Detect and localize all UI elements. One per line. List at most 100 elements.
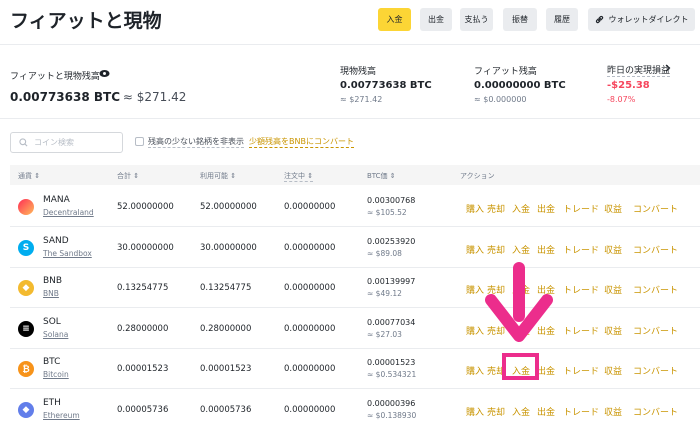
in-order-amount: 0.00000000 bbox=[284, 242, 336, 253]
header-coin[interactable]: 通貨 ⇕ bbox=[18, 171, 40, 181]
btc-value: 0.00139997 bbox=[367, 277, 416, 286]
total-amount: 52.00000000 bbox=[117, 202, 174, 212]
action-buy-button[interactable]: 購入 bbox=[466, 202, 484, 215]
usd-value: ≈ $105.52 bbox=[367, 208, 407, 217]
pnl-label: 昨日の実現損益 bbox=[607, 63, 671, 77]
coin-bnb-icon: ◆ bbox=[18, 280, 34, 296]
action-trade-button[interactable]: トレード bbox=[563, 243, 599, 256]
total-balance: 0.00773638 BTC ≈ $271.42 bbox=[10, 90, 186, 104]
in-order-amount: 0.00000000 bbox=[284, 202, 336, 212]
action-trade-button[interactable]: トレード bbox=[563, 324, 599, 337]
in-order-amount: 0.00000000 bbox=[284, 283, 336, 293]
action-convert-button[interactable]: コンバート bbox=[633, 202, 678, 215]
usd-value: ≈ $27.03 bbox=[367, 329, 402, 339]
coin-name-link[interactable]: BNB bbox=[43, 289, 59, 298]
action-earn-button[interactable]: 収益 bbox=[604, 405, 622, 418]
spot-balance-btc: 0.00773638 BTC bbox=[340, 80, 432, 91]
total-amount: 0.28000000 bbox=[117, 323, 169, 334]
action-withdraw-button[interactable]: 出金 bbox=[537, 202, 555, 215]
coin-symbol: BTC bbox=[43, 357, 61, 367]
total-amount: 0.00005736 bbox=[117, 404, 169, 415]
action-trade-button[interactable]: トレード bbox=[563, 283, 599, 296]
pnl-percent: -8.07% bbox=[607, 95, 636, 104]
highlight-box bbox=[502, 353, 539, 380]
btc-value: 0.00001523 bbox=[367, 358, 416, 367]
wallet-direct-button[interactable]: ウォレットダイレクト bbox=[588, 8, 695, 31]
action-earn-button[interactable]: 収益 bbox=[604, 202, 622, 215]
action-convert-button[interactable]: コンバート bbox=[633, 405, 678, 418]
action-earn-button[interactable]: 収益 bbox=[604, 364, 622, 377]
header-available[interactable]: 利用可能 ⇕ bbox=[200, 171, 236, 181]
available-amount: 0.28000000 bbox=[200, 323, 252, 334]
btc-value: 0.00300768 bbox=[367, 196, 416, 205]
convert-to-bnb-link[interactable]: 少額残高をBNBにコンバート bbox=[249, 136, 354, 148]
spot-balance-usd: ≈ $271.42 bbox=[340, 95, 383, 104]
chevron-right-icon[interactable] bbox=[665, 64, 671, 72]
available-amount: 52.00000000 bbox=[200, 202, 257, 212]
action-trade-button[interactable]: トレード bbox=[563, 364, 599, 377]
action-buy-button[interactable]: 購入 bbox=[466, 243, 484, 256]
link-icon bbox=[595, 15, 603, 24]
action-withdraw-button[interactable]: 出金 bbox=[537, 364, 555, 377]
header-total[interactable]: 合計 ⇕ bbox=[117, 171, 139, 181]
fiat-balance-usd: ≈ $0.000000 bbox=[474, 95, 527, 104]
action-earn-button[interactable]: 収益 bbox=[604, 324, 622, 337]
header-in-order[interactable]: 注文中 ⇕ bbox=[284, 171, 314, 182]
available-amount: 0.13254775 bbox=[200, 283, 252, 293]
coin-name-link[interactable]: Bitcoin bbox=[43, 370, 69, 379]
coin-symbol: ETH bbox=[43, 397, 61, 408]
balance-divider bbox=[0, 118, 700, 119]
usd-value: ≈ $0.138930 bbox=[367, 410, 417, 420]
action-trade-button[interactable]: トレード bbox=[563, 202, 599, 215]
header-divider bbox=[0, 44, 700, 45]
header-btc-value[interactable]: BTC価 ⇕ bbox=[367, 171, 396, 181]
action-withdraw-button[interactable]: 出金 bbox=[537, 405, 555, 418]
history-button[interactable]: 履歴 bbox=[546, 8, 578, 31]
action-withdraw-button[interactable]: 出金 bbox=[537, 243, 555, 256]
coin-symbol: SOL bbox=[43, 316, 61, 327]
coin-name-link[interactable]: The Sandbox bbox=[43, 249, 92, 258]
coin-search-input[interactable]: コイン検索 bbox=[10, 132, 123, 153]
action-convert-button[interactable]: コンバート bbox=[633, 243, 678, 256]
header-action: アクション bbox=[460, 172, 495, 180]
btc-value: 0.00253920 bbox=[367, 236, 416, 246]
page-title: フィアットと現物 bbox=[10, 10, 162, 32]
arrow-down-icon bbox=[485, 262, 553, 342]
hide-small-checkbox[interactable] bbox=[135, 137, 144, 146]
search-placeholder: コイン検索 bbox=[34, 138, 74, 147]
hide-small-label[interactable]: 残高の少ない銘柄を非表示 bbox=[148, 136, 244, 148]
action-convert-button[interactable]: コンバート bbox=[633, 364, 678, 377]
coin-name-link[interactable]: Decentraland bbox=[43, 208, 94, 217]
coin-name-link[interactable]: Solana bbox=[43, 330, 68, 339]
action-buy-button[interactable]: 購入 bbox=[466, 324, 484, 337]
action-deposit-button[interactable]: 入金 bbox=[512, 243, 530, 256]
deposit-button[interactable]: 入金 bbox=[378, 8, 411, 31]
withdraw-button[interactable]: 出金 bbox=[420, 8, 452, 31]
search-icon bbox=[19, 138, 28, 147]
fiat-balance-btc: 0.00000000 BTC bbox=[474, 80, 566, 91]
coin-name-link[interactable]: Ethereum bbox=[43, 411, 80, 420]
action-buy-button[interactable]: 購入 bbox=[466, 364, 484, 377]
btc-value: 0.00077034 bbox=[367, 317, 416, 327]
action-buy-button[interactable]: 購入 bbox=[466, 405, 484, 418]
action-earn-button[interactable]: 収益 bbox=[604, 283, 622, 296]
total-amount: 0.00001523 bbox=[117, 364, 169, 374]
usd-value: ≈ $89.08 bbox=[367, 248, 402, 258]
action-buy-button[interactable]: 購入 bbox=[466, 283, 484, 296]
action-sell-button[interactable]: 売却 bbox=[487, 202, 505, 215]
action-deposit-button[interactable]: 入金 bbox=[512, 202, 530, 215]
table-row: ◆ ETH Ethereum 0.00005736 0.00005736 0.000000… bbox=[10, 390, 700, 426]
action-trade-button[interactable]: トレード bbox=[563, 405, 599, 418]
action-sell-button[interactable]: 売却 bbox=[487, 243, 505, 256]
eye-icon[interactable] bbox=[99, 69, 110, 78]
pay-button[interactable]: 支払う bbox=[460, 8, 493, 31]
table-row: ₿ BTC Bitcoin 0.00001523 0.00001523 0.0000000… bbox=[10, 349, 700, 389]
action-earn-button[interactable]: 収益 bbox=[604, 243, 622, 256]
usd-value: ≈ $0.534321 bbox=[367, 370, 417, 379]
action-sell-button[interactable]: 売却 bbox=[487, 405, 505, 418]
transfer-button[interactable]: 振替 bbox=[503, 8, 537, 31]
total-balance-label: フィアットと現物残高 bbox=[10, 72, 100, 82]
action-convert-button[interactable]: コンバート bbox=[633, 324, 678, 337]
action-convert-button[interactable]: コンバート bbox=[633, 283, 678, 296]
action-deposit-button[interactable]: 入金 bbox=[512, 405, 530, 418]
